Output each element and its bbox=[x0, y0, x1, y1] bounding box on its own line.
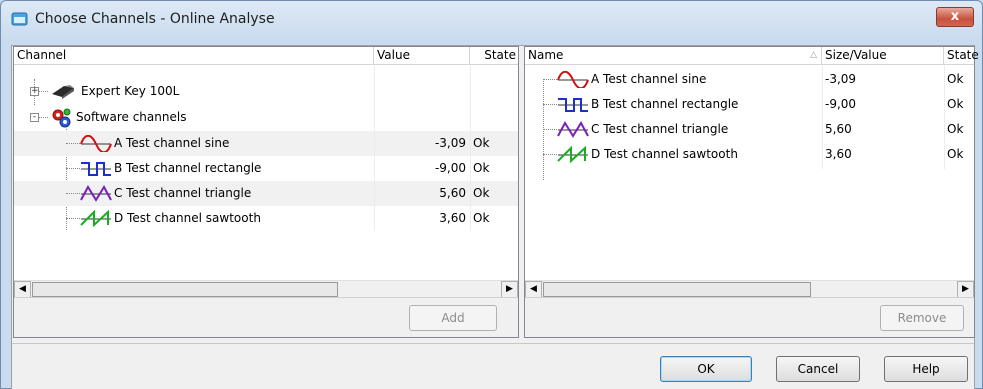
column-name[interactable]: Name △ bbox=[525, 47, 822, 65]
channel-name: D Test channel sawtooth bbox=[591, 147, 738, 161]
scroll-left-button[interactable]: ◀ bbox=[14, 281, 31, 298]
ok-button[interactable]: OK bbox=[660, 356, 752, 382]
arrow-right-icon: ▶ bbox=[962, 284, 969, 294]
left-horizontal-scrollbar[interactable]: ◀ ▶ bbox=[14, 280, 518, 298]
column-divider bbox=[944, 65, 945, 169]
close-icon: x bbox=[950, 9, 960, 24]
column-value[interactable]: Value bbox=[374, 47, 470, 65]
tree-connector bbox=[543, 154, 557, 155]
scroll-thumb[interactable] bbox=[32, 282, 338, 297]
channel-value: -9,00 bbox=[825, 97, 857, 111]
channel-state: Ok bbox=[473, 186, 490, 200]
dialog-client-area: Channel Value State + Expert Key 100L - … bbox=[11, 45, 979, 389]
tree-connector bbox=[66, 168, 80, 169]
left-button-area: Add bbox=[14, 297, 518, 337]
column-channel[interactable]: Channel bbox=[14, 47, 374, 65]
device-label: Expert Key 100L bbox=[81, 84, 180, 98]
right-column-header: Name △ Size/Value State bbox=[525, 47, 979, 65]
channel-state: Ok bbox=[473, 211, 490, 225]
column-divider bbox=[470, 65, 471, 231]
channel-state: Ok bbox=[947, 147, 964, 161]
tree-node-device[interactable]: + Expert Key 100L bbox=[14, 79, 518, 104]
sine-wave-icon bbox=[557, 71, 589, 88]
channel-state: Ok bbox=[947, 97, 964, 111]
column-divider bbox=[374, 65, 375, 231]
dialog-footer: OK Cancel Help bbox=[12, 344, 974, 389]
column-size-value[interactable]: Size/Value bbox=[822, 47, 944, 65]
channel-name: D Test channel sawtooth bbox=[114, 211, 261, 225]
channel-value: -3,09 bbox=[825, 72, 857, 86]
right-button-area: Remove bbox=[525, 297, 974, 337]
sort-ascending-icon: △ bbox=[810, 50, 817, 60]
column-state[interactable]: State bbox=[470, 47, 518, 65]
right-horizontal-scrollbar[interactable]: ◀ ▶ bbox=[525, 280, 974, 298]
channel-value: -9,00 bbox=[434, 161, 466, 175]
channel-name: A Test channel sine bbox=[114, 136, 230, 150]
expand-toggle[interactable]: + bbox=[30, 87, 39, 96]
window-title: Choose Channels - Online Analyse bbox=[35, 11, 275, 27]
add-button[interactable]: Add bbox=[409, 305, 497, 331]
scroll-right-button[interactable]: ▶ bbox=[501, 281, 518, 298]
left-column-header: Channel Value State bbox=[14, 47, 518, 65]
channel-value: 5,60 bbox=[439, 186, 466, 200]
channel-state: Ok bbox=[947, 72, 964, 86]
triangle-wave-icon bbox=[80, 185, 112, 202]
arrow-left-icon: ◀ bbox=[19, 284, 26, 294]
table-row[interactable]: B Test channel rectangle -9,00 Ok bbox=[14, 156, 518, 181]
sine-wave-icon bbox=[80, 135, 112, 152]
scroll-right-button[interactable]: ▶ bbox=[957, 281, 974, 298]
cancel-button[interactable]: Cancel bbox=[776, 356, 860, 382]
arrow-left-icon: ◀ bbox=[530, 284, 537, 294]
app-window-icon bbox=[11, 12, 28, 26]
collapse-toggle[interactable]: - bbox=[30, 113, 39, 122]
table-row[interactable]: A Test channel sine -3,09 Ok bbox=[14, 131, 518, 156]
channel-name: A Test channel sine bbox=[591, 72, 707, 86]
column-divider bbox=[822, 65, 823, 169]
group-label: Software channels bbox=[76, 110, 187, 124]
table-row[interactable]: A Test channel sine -3,09 Ok bbox=[525, 67, 974, 92]
tree-connector bbox=[543, 129, 557, 130]
channel-state: Ok bbox=[473, 136, 490, 150]
tree-connector bbox=[66, 143, 80, 144]
dialog-window: Choose Channels - Online Analyse x Chann… bbox=[0, 0, 983, 389]
sawtooth-wave-icon bbox=[80, 210, 111, 227]
sawtooth-wave-icon bbox=[557, 146, 588, 163]
channel-name: C Test channel triangle bbox=[114, 186, 252, 200]
triangle-wave-icon bbox=[557, 121, 589, 138]
channel-value: -3,09 bbox=[434, 136, 466, 150]
remove-button[interactable]: Remove bbox=[880, 305, 964, 331]
channel-name: C Test channel triangle bbox=[591, 122, 729, 136]
channel-state: Ok bbox=[473, 161, 490, 175]
arrow-right-icon: ▶ bbox=[506, 284, 513, 294]
table-row[interactable]: D Test channel sawtooth 3,60 Ok bbox=[14, 206, 518, 231]
tree-node-software-channels[interactable]: - Software channels bbox=[14, 105, 518, 130]
scroll-left-button[interactable]: ◀ bbox=[525, 281, 542, 298]
column-state[interactable]: State bbox=[944, 47, 979, 65]
close-button[interactable]: x bbox=[936, 7, 974, 27]
software-gears-icon bbox=[52, 108, 71, 128]
channel-state: Ok bbox=[947, 122, 964, 136]
channel-name: B Test channel rectangle bbox=[591, 97, 739, 111]
tree-connector bbox=[66, 218, 80, 219]
table-row[interactable]: C Test channel triangle 5,60 Ok bbox=[14, 181, 518, 206]
column-name-label: Name bbox=[528, 48, 564, 62]
help-button[interactable]: Help bbox=[884, 356, 968, 382]
available-channels-tree[interactable]: Channel Value State + Expert Key 100L - … bbox=[13, 46, 519, 338]
table-row[interactable]: B Test channel rectangle -9,00 Ok bbox=[525, 92, 974, 117]
rectangle-wave-icon bbox=[81, 162, 111, 176]
tree-connector bbox=[543, 104, 557, 105]
title-bar[interactable]: Choose Channels - Online Analyse x bbox=[1, 1, 982, 39]
tree-connector bbox=[543, 79, 557, 80]
channel-value: 5,60 bbox=[825, 122, 852, 136]
channel-value: 3,60 bbox=[825, 147, 852, 161]
rectangle-wave-icon bbox=[558, 98, 588, 112]
usb-device-icon bbox=[52, 85, 74, 99]
channel-name: B Test channel rectangle bbox=[114, 161, 262, 175]
channel-value: 3,60 bbox=[439, 211, 466, 225]
table-row[interactable]: D Test channel sawtooth 3,60 Ok bbox=[525, 142, 974, 167]
scroll-thumb[interactable] bbox=[543, 282, 811, 297]
tree-connector bbox=[66, 193, 80, 194]
table-row[interactable]: C Test channel triangle 5,60 Ok bbox=[525, 117, 974, 142]
selected-channels-list[interactable]: Name △ Size/Value State A Test channel s… bbox=[524, 46, 979, 338]
